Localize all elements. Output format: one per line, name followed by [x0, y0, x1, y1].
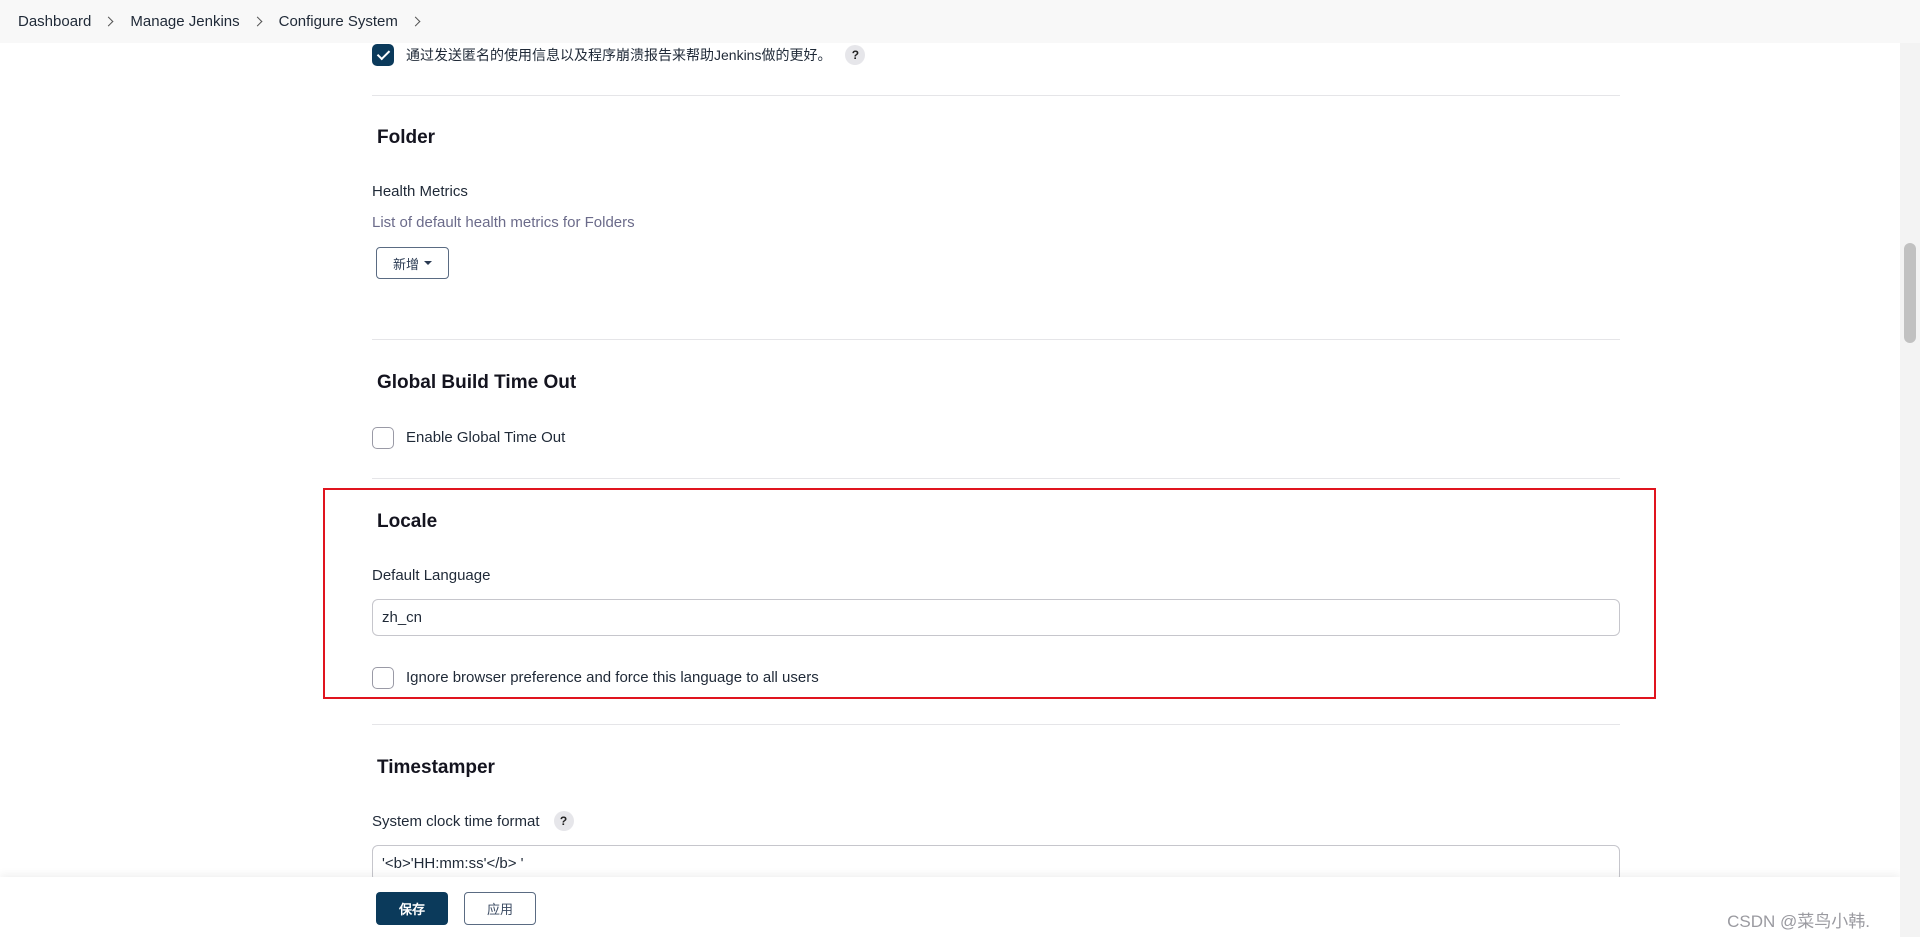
section-divider [372, 95, 1620, 96]
ignore-browser-row: Ignore browser preference and force this… [372, 666, 819, 689]
section-divider [372, 339, 1620, 340]
watermark-text: CSDN @菜鸟小韩. [1727, 912, 1870, 931]
clock-format-label-row: System clock time format ? [372, 811, 574, 831]
breadcrumb-dashboard[interactable]: Dashboard [18, 13, 91, 30]
add-button-label: 新增 [392, 256, 419, 272]
build-timeout-section-title: Global Build Time Out [377, 372, 577, 393]
vertical-scrollbar[interactable] [1900, 43, 1920, 937]
enable-timeout-row: Enable Global Time Out [372, 426, 565, 449]
add-health-metric-button[interactable]: 新增 [376, 247, 449, 279]
chevron-right-icon[interactable] [410, 16, 421, 27]
breadcrumb-configure-system[interactable]: Configure System [279, 13, 398, 30]
save-button[interactable]: 保存 [376, 892, 448, 925]
breadcrumb-configure-system-label: Configure System [278, 13, 398, 30]
default-language-input[interactable] [372, 599, 1620, 636]
usage-stats-label: 通过发送匿名的使用信息以及程序崩溃报告来帮助Jenkins做的更好。 [406, 46, 832, 63]
breadcrumb-manage-jenkins-label: Manage Jenkins [130, 13, 240, 30]
default-language-label: Default Language [372, 567, 491, 584]
locale-section-title: Locale [377, 511, 438, 532]
breadcrumb-dashboard-label: Dashboard [18, 13, 92, 30]
help-icon[interactable]: ? [553, 811, 574, 831]
help-icon[interactable]: ? [845, 44, 866, 65]
timestamper-section-title: Timestamper [377, 757, 495, 778]
health-metrics-description: List of default health metrics for Folde… [372, 214, 635, 231]
enable-timeout-label: Enable Global Time Out [406, 429, 566, 446]
clock-format-label: System clock time format [372, 812, 540, 830]
health-metrics-label: Health Metrics [372, 183, 468, 200]
chevron-right-icon [252, 16, 263, 27]
usage-stats-checkbox[interactable] [372, 43, 394, 66]
section-divider [372, 478, 1620, 479]
folder-section-title: Folder [377, 127, 436, 148]
enable-timeout-checkbox[interactable] [372, 426, 394, 449]
breadcrumb-manage-jenkins[interactable]: Manage Jenkins [130, 13, 239, 30]
apply-button[interactable]: 应用 [464, 892, 536, 925]
section-divider [372, 724, 1620, 725]
breadcrumb: Dashboard Manage Jenkins Configure Syste… [0, 0, 1920, 43]
scrollbar-thumb[interactable] [1904, 243, 1916, 343]
bottom-action-bar: 保存 应用 CSDN @菜鸟小韩. [0, 877, 1900, 937]
ignore-browser-checkbox[interactable] [372, 666, 394, 689]
usage-stats-row: 通过发送匿名的使用信息以及程序崩溃报告来帮助Jenkins做的更好。 ? [372, 43, 866, 66]
ignore-browser-label: Ignore browser preference and force this… [406, 669, 819, 686]
chevron-right-icon [103, 16, 114, 27]
caret-down-icon [424, 261, 432, 265]
